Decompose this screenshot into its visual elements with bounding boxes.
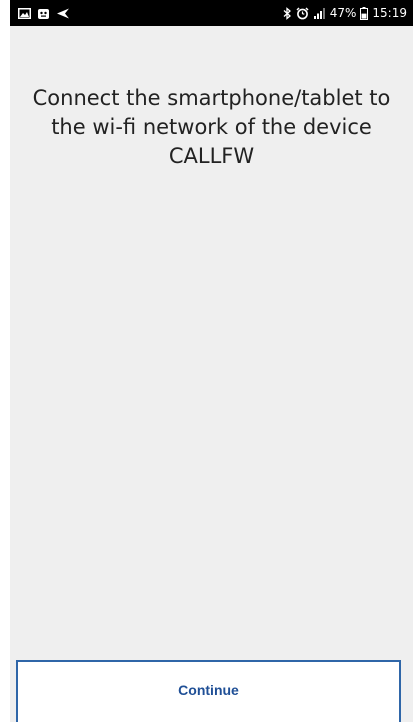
gallery-icon [18, 7, 31, 19]
status-bar: 47% 15:19 [10, 0, 413, 26]
main-content: Connect the smartphone/tablet to the wi-… [10, 26, 413, 658]
continue-button[interactable]: Continue [16, 660, 401, 722]
app-screen: 47% 15:19 Connect the smartphone/tablet … [10, 0, 413, 722]
battery-icon [360, 6, 369, 20]
status-bar-system: 47% 15:19 [283, 5, 407, 21]
battery-percent: 47% [329, 6, 357, 20]
alarm-icon [296, 6, 309, 20]
clock: 15:19 [372, 6, 407, 20]
android-app-icon [37, 7, 50, 20]
send-icon [56, 8, 70, 19]
instruction-text: Connect the smartphone/tablet to the wi-… [32, 86, 391, 168]
status-bar-notifications [18, 5, 70, 21]
signal-icon [313, 7, 326, 19]
bluetooth-icon [283, 6, 292, 20]
